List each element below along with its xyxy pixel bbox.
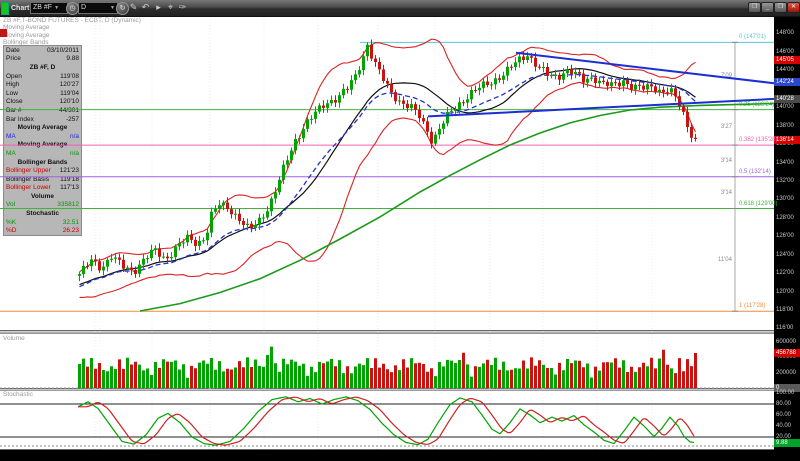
trendline	[427, 97, 775, 118]
symbol-value: ZB #F	[33, 4, 53, 11]
interval-dropdown[interactable]: D ▼	[78, 2, 118, 14]
status-bar: Dyn 03/10/2011	[0, 450, 800, 461]
pencil-icon[interactable]: ✎	[128, 2, 139, 13]
interval-value: D	[81, 4, 87, 11]
close-button[interactable]: ✕	[787, 2, 800, 13]
restore-button[interactable]: ❐	[748, 2, 761, 13]
chevron-down-icon: ▼	[110, 5, 115, 11]
bollinger-upper-line	[79, 38, 696, 273]
minimize-button[interactable]: _	[761, 2, 774, 13]
target-icon[interactable]: ⌖	[165, 2, 176, 13]
chevron-down-icon: ▼	[54, 5, 60, 11]
candle-wicks-down	[87, 39, 696, 278]
volume-bars-down	[86, 349, 697, 388]
clock-icon[interactable]: ◷	[66, 2, 79, 15]
moving-average-green-line	[139, 102, 775, 312]
left-edge-marker-icon	[0, 29, 7, 37]
chart-canvas[interactable]	[0, 0, 800, 461]
play-icon[interactable]: ▸	[153, 2, 164, 13]
undo-icon[interactable]: ↶	[140, 2, 151, 13]
chart-tab[interactable]: Chart	[11, 0, 29, 16]
chart-tab-indicator-icon	[1, 2, 9, 15]
chart-application-window: Chart ZB #F ▼ D ▼ ◷ ↻ ✎ ↶ ▸ ⌖ ✑ ❐ _ ❐ ✕ ZB #F,T-B…	[0, 0, 800, 461]
pen-icon[interactable]: ✑	[177, 2, 188, 13]
maximize-button[interactable]: ❐	[774, 2, 787, 13]
symbol-dropdown[interactable]: ZB #F ▼	[30, 2, 68, 14]
toolbar: Chart ZB #F ▼ D ▼ ◷ ↻ ✎ ↶ ▸ ⌖ ✑ ❐ _ ❐ ✕	[0, 0, 800, 17]
